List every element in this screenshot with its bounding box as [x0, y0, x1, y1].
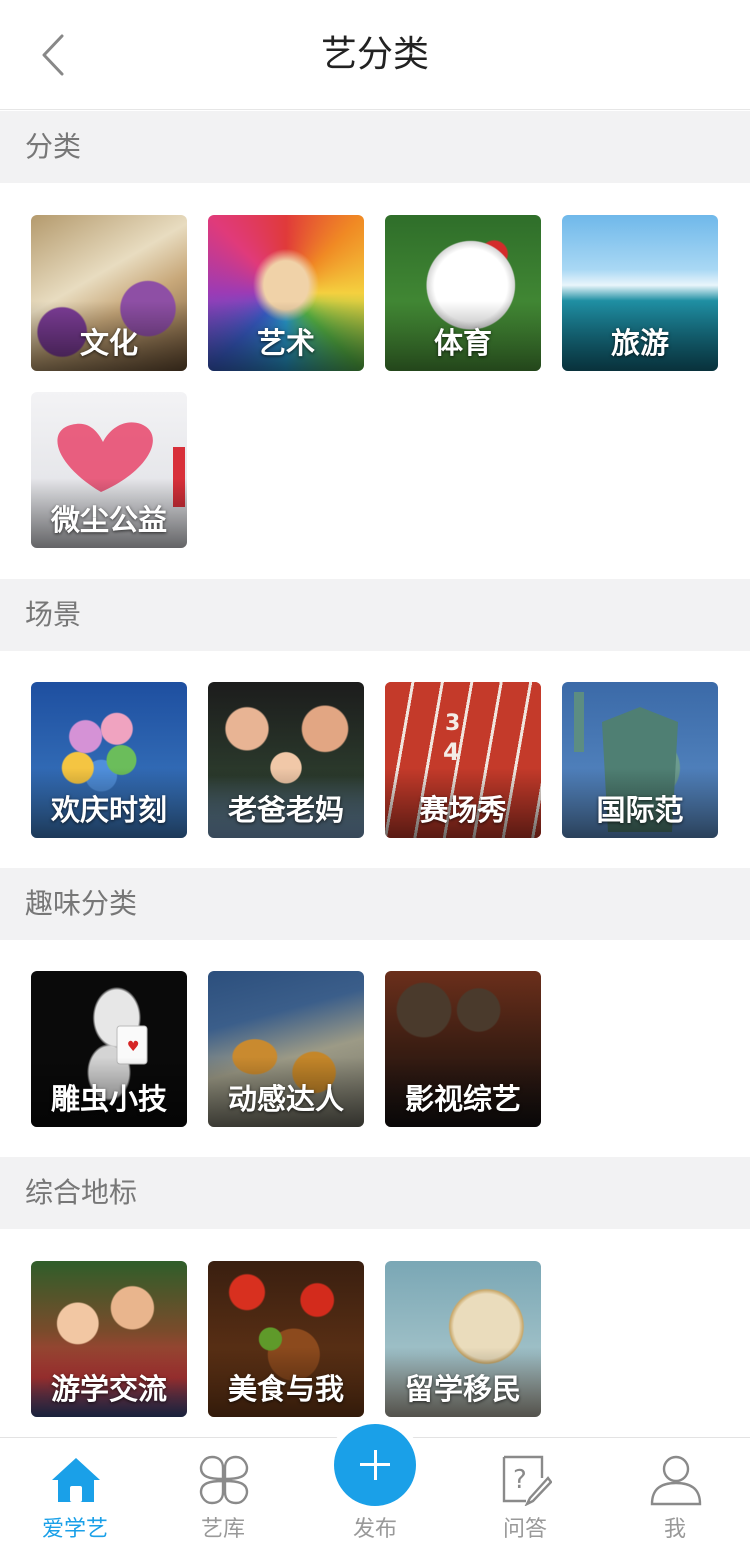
fun-tile-film[interactable]: 影视综艺 — [385, 971, 541, 1127]
svg-text:4: 4 — [443, 738, 460, 766]
tab-label: 问答 — [502, 1517, 547, 1542]
top-nav-bar: 艺分类 — [0, 0, 750, 110]
section-header-fenlei: 分类 — [0, 111, 750, 183]
tile-label: 老爸老妈 — [227, 793, 344, 827]
tab-home[interactable]: 爱学艺 — [0, 1438, 150, 1551]
landmark-tile-food[interactable]: 美食与我 — [208, 1261, 364, 1417]
category-tile-sports[interactable]: 体育 — [385, 215, 541, 371]
section-title: 趣味分类 — [25, 887, 138, 920]
svg-text:3: 3 — [445, 711, 460, 736]
plus-icon — [334, 1424, 416, 1506]
tab-library[interactable]: 艺库 — [148, 1438, 298, 1551]
tile-label: 体育 — [433, 326, 492, 360]
fun-tile-tricks[interactable]: ♥ 雕虫小技 — [31, 971, 187, 1127]
home-icon — [52, 1458, 100, 1502]
tile-label: 欢庆时刻 — [50, 793, 167, 827]
tile-label: 赛场秀 — [419, 793, 507, 827]
landmark-tile-study-exchange[interactable]: 游学交流 — [31, 1261, 187, 1417]
tile-label: 动感达人 — [227, 1082, 344, 1116]
publish-button[interactable] — [328, 1418, 422, 1512]
tile-label: 旅游 — [610, 326, 669, 360]
tile-label: 影视综艺 — [404, 1082, 521, 1116]
category-tile-culture[interactable]: 文化 — [31, 215, 187, 371]
scene-tile-celebration[interactable]: 欢庆时刻 — [31, 682, 187, 838]
scene-tile-parents[interactable]: 老爸老妈 — [208, 682, 364, 838]
fun-tile-dynamic[interactable]: 动感达人 — [208, 971, 364, 1127]
section-header-zonghe: 综合地标 — [0, 1157, 750, 1229]
page-title: 艺分类 — [320, 34, 429, 75]
tile-label: 美食与我 — [227, 1372, 344, 1406]
question-icon: ? — [502, 1455, 552, 1506]
tab-qa[interactable]: ? 问答 — [450, 1438, 600, 1551]
category-tile-charity[interactable]: 微尘公益 — [31, 392, 187, 548]
section-header-quwei: 趣味分类 — [0, 868, 750, 940]
tile-label: 国际范 — [596, 793, 684, 827]
section-title: 场景 — [25, 598, 82, 631]
category-tile-travel[interactable]: 旅游 — [562, 215, 718, 371]
landmark-tile-study-abroad[interactable]: 留学移民 — [385, 1261, 541, 1417]
tile-label: 游学交流 — [50, 1372, 167, 1406]
tile-label: 雕虫小技 — [50, 1082, 167, 1116]
tab-label: 艺库 — [200, 1517, 245, 1542]
tab-label: 发布 — [352, 1517, 397, 1542]
tab-label: 爱学艺 — [41, 1517, 108, 1542]
scene-tile-stadium[interactable]: 3 4 赛场秀 — [385, 682, 541, 838]
scene-tile-international[interactable]: 国际范 — [562, 682, 718, 838]
section-title: 综合地标 — [25, 1176, 138, 1209]
section-title: 分类 — [25, 130, 82, 163]
section-header-changjing: 场景 — [0, 579, 750, 651]
svg-text:♥: ♥ — [127, 1039, 140, 1055]
tile-label: 艺术 — [256, 326, 315, 360]
tab-label: 我 — [663, 1517, 686, 1542]
person-icon — [650, 1455, 702, 1506]
svg-text:?: ? — [513, 1465, 527, 1495]
category-tile-art[interactable]: 艺术 — [208, 215, 364, 371]
library-icon — [199, 1455, 249, 1505]
tile-label: 留学移民 — [404, 1372, 521, 1406]
tile-label: 文化 — [79, 326, 138, 360]
tile-label: 微尘公益 — [50, 503, 167, 537]
tab-me[interactable]: 我 — [600, 1438, 750, 1551]
